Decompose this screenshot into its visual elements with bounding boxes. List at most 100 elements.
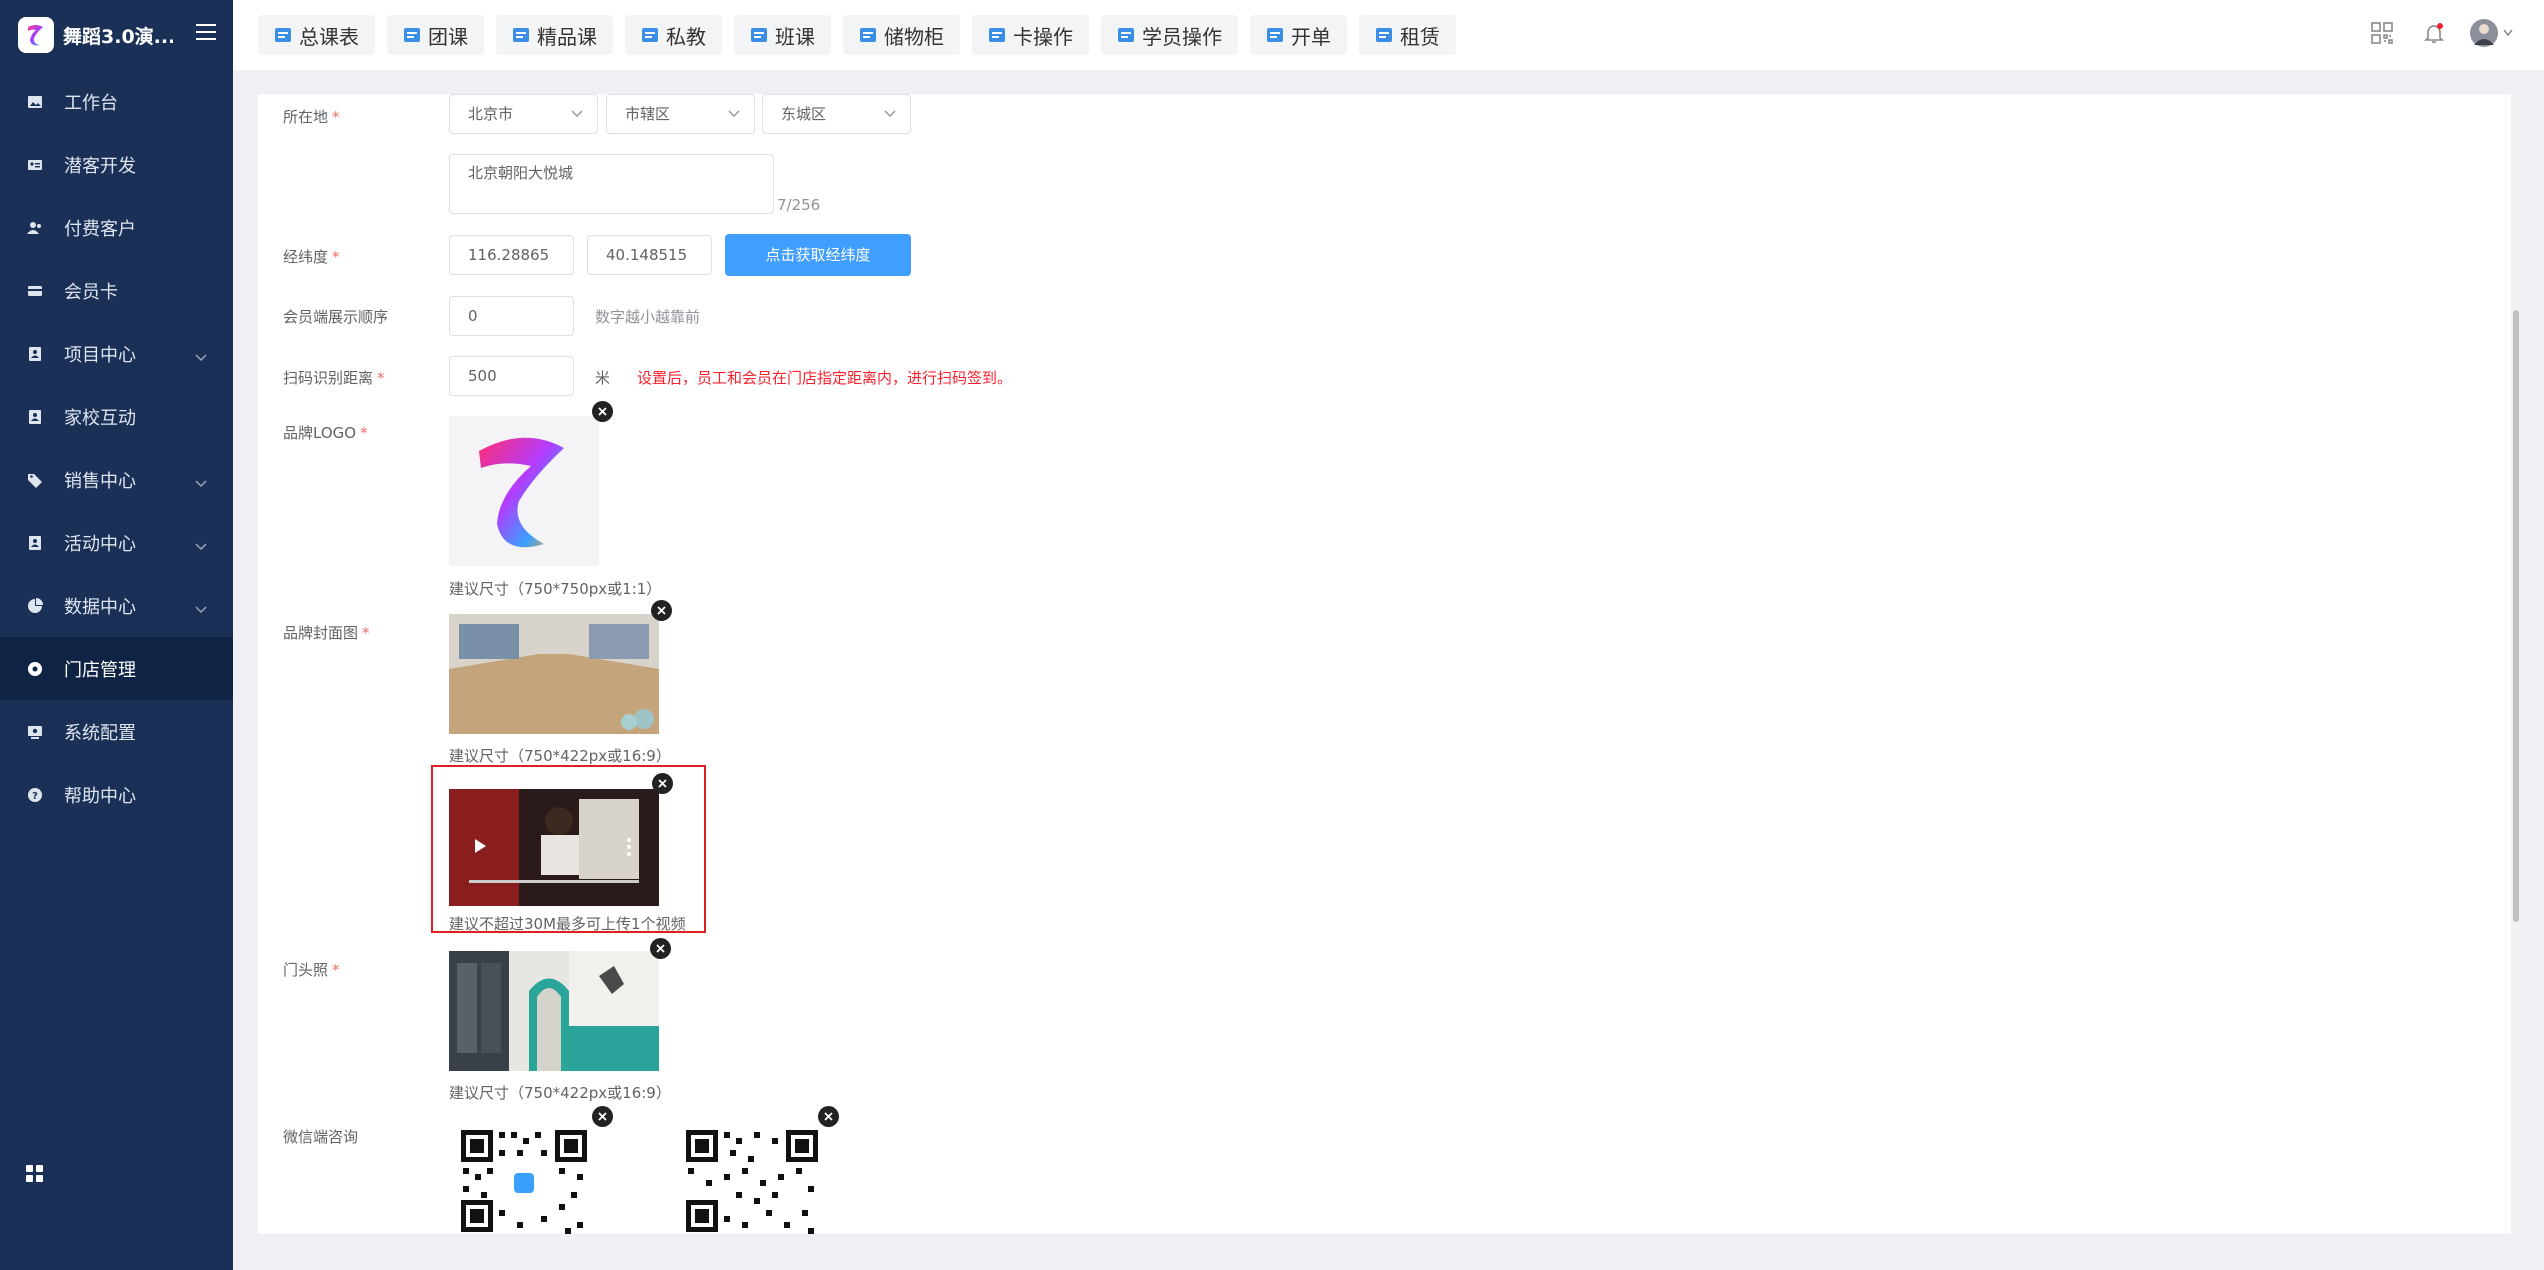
brand-logo-image[interactable] xyxy=(449,416,599,566)
top-tab[interactable]: 团课 xyxy=(387,15,484,55)
qrcode-icon[interactable] xyxy=(2371,22,2393,48)
top-tab-label: 学员操作 xyxy=(1142,24,1222,49)
scan-distance-input[interactable]: 500 xyxy=(449,356,574,396)
chevron-down-icon xyxy=(195,598,207,619)
svg-text:?: ? xyxy=(32,791,38,802)
sidebar-item-label: 帮助中心 xyxy=(64,785,136,807)
brand-cover-image[interactable] xyxy=(449,614,659,734)
top-tab[interactable]: 私教 xyxy=(625,15,722,55)
sidebar-item[interactable]: 会员卡 xyxy=(0,259,233,322)
sidebar-item[interactable]: 数据中心 xyxy=(0,574,233,637)
scan-distance-label: 扫码识别距离 * xyxy=(283,369,385,387)
sidebar-item[interactable]: 项目中心 xyxy=(0,322,233,385)
sidebar-item[interactable]: 付费客户 xyxy=(0,196,233,259)
storefront-size-hint: 建议尺寸（750*422px或16:9） xyxy=(449,1084,671,1102)
sidebar-item-label: 会员卡 xyxy=(64,281,118,303)
brand-cover-label: 品牌封面图 * xyxy=(283,624,370,642)
logo-size-hint: 建议尺寸（750*750px或1:1） xyxy=(449,580,662,598)
circle-icon xyxy=(26,660,44,678)
remove-storefront-icon[interactable] xyxy=(650,938,671,959)
top-tab-label: 总课表 xyxy=(299,24,359,49)
sidebar-item[interactable]: 销售中心 xyxy=(0,448,233,511)
settings-icon xyxy=(26,723,44,741)
scan-distance-unit: 米 xyxy=(595,369,611,387)
sidebar-item[interactable]: 工作台 xyxy=(0,70,233,133)
sidebar-item-label: 家校互动 xyxy=(64,407,136,429)
top-tab[interactable]: 总课表 xyxy=(258,15,375,55)
sidebar-item-label: 销售中心 xyxy=(64,470,136,492)
topbar: 总课表 团课 精品课 私教 班课 储物柜 卡操作 学员操作 开单 租赁 xyxy=(233,0,2544,70)
sidebar-item[interactable]: 门店管理 xyxy=(0,637,233,700)
top-tab-label: 私教 xyxy=(666,24,706,49)
get-coords-button[interactable]: 点击获取经纬度 xyxy=(725,234,911,276)
tag-icon xyxy=(26,471,44,489)
tab-icon xyxy=(1266,26,1291,44)
city-select[interactable]: 市辖区 xyxy=(606,94,755,134)
top-tab[interactable]: 班课 xyxy=(734,15,831,55)
cover-size-hint: 建议尺寸（750*422px或16:9） xyxy=(449,747,671,765)
wechat-qrcode-2[interactable] xyxy=(684,1128,820,1234)
remove-qrcode-1-icon[interactable] xyxy=(592,1106,613,1127)
wechat-qrcode-1[interactable] xyxy=(459,1128,589,1234)
district-select[interactable]: 东城区 xyxy=(762,94,911,134)
top-tab-label: 卡操作 xyxy=(1013,24,1073,49)
remove-qrcode-2-icon[interactable] xyxy=(818,1106,839,1127)
sidebar-item-label: 付费客户 xyxy=(64,218,136,240)
top-tab[interactable]: 租赁 xyxy=(1359,15,1456,55)
avatar[interactable] xyxy=(2470,18,2514,52)
grid-icon[interactable] xyxy=(26,1165,44,1187)
card-icon xyxy=(26,282,44,300)
remove-cover-icon[interactable] xyxy=(651,600,672,621)
remove-logo-icon[interactable] xyxy=(592,401,613,422)
id-card-icon xyxy=(26,156,44,174)
tab-icon xyxy=(1117,26,1142,44)
brand-logo-label: 品牌LOGO * xyxy=(283,424,368,442)
province-select[interactable]: 北京市 xyxy=(449,94,598,134)
help-icon: ? xyxy=(26,786,44,804)
top-tab[interactable]: 学员操作 xyxy=(1101,15,1238,55)
tab-icon xyxy=(403,26,428,44)
menu-toggle-icon[interactable] xyxy=(196,24,216,44)
sidebar-item[interactable]: 系统配置 xyxy=(0,700,233,763)
tab-icon xyxy=(1375,26,1400,44)
image-icon xyxy=(26,93,44,111)
chevron-down-icon xyxy=(728,110,740,118)
display-order-input[interactable]: 0 xyxy=(449,296,574,336)
sidebar-item-label: 活动中心 xyxy=(64,533,136,555)
cover-video-player[interactable] xyxy=(449,789,659,906)
top-tab[interactable]: 精品课 xyxy=(496,15,613,55)
pie-chart-icon xyxy=(26,597,44,615)
tab-icon xyxy=(641,26,666,44)
bell-icon[interactable] xyxy=(2423,22,2445,48)
top-tab[interactable]: 开单 xyxy=(1250,15,1347,55)
contact-icon xyxy=(26,534,44,552)
brand-logo xyxy=(18,17,54,53)
top-tab-label: 精品课 xyxy=(537,24,597,49)
storefront-label: 门头照 * xyxy=(283,961,340,979)
scan-distance-warning: 设置后，员工和会员在门店指定距离内，进行扫码签到。 xyxy=(637,369,1013,387)
sidebar-item-label: 系统配置 xyxy=(64,722,136,744)
remove-video-icon[interactable] xyxy=(652,773,673,794)
contact-icon xyxy=(26,345,44,363)
sidebar-item[interactable]: 家校互动 xyxy=(0,385,233,448)
sidebar-item-label: 数据中心 xyxy=(64,596,136,618)
top-tab-label: 储物柜 xyxy=(884,24,944,49)
address-textarea[interactable]: 北京朝阳大悦城 xyxy=(449,154,774,214)
longitude-input[interactable]: 116.28865 xyxy=(449,235,574,275)
chevron-down-icon xyxy=(195,346,207,367)
chevron-down-icon xyxy=(195,472,207,493)
sidebar-item[interactable]: 活动中心 xyxy=(0,511,233,574)
top-tab[interactable]: 卡操作 xyxy=(972,15,1089,55)
wechat-consult-label: 微信端咨询 xyxy=(283,1128,359,1146)
coords-label: 经纬度 * xyxy=(283,248,340,266)
sidebar-item[interactable]: 潜客开发 xyxy=(0,133,233,196)
brand-name: 舞蹈3.0演... xyxy=(63,25,173,48)
storefront-image[interactable] xyxy=(449,951,659,1071)
chevron-down-icon xyxy=(884,110,896,118)
latitude-input[interactable]: 40.148515 xyxy=(587,235,712,275)
scrollbar-thumb[interactable] xyxy=(2513,310,2519,922)
top-tab[interactable]: 储物柜 xyxy=(843,15,960,55)
quick-tabs: 总课表 团课 精品课 私教 班课 储物柜 卡操作 学员操作 开单 租赁 xyxy=(258,15,1468,55)
sidebar-item[interactable]: ? 帮助中心 xyxy=(0,763,233,826)
chevron-down-icon xyxy=(571,110,583,118)
